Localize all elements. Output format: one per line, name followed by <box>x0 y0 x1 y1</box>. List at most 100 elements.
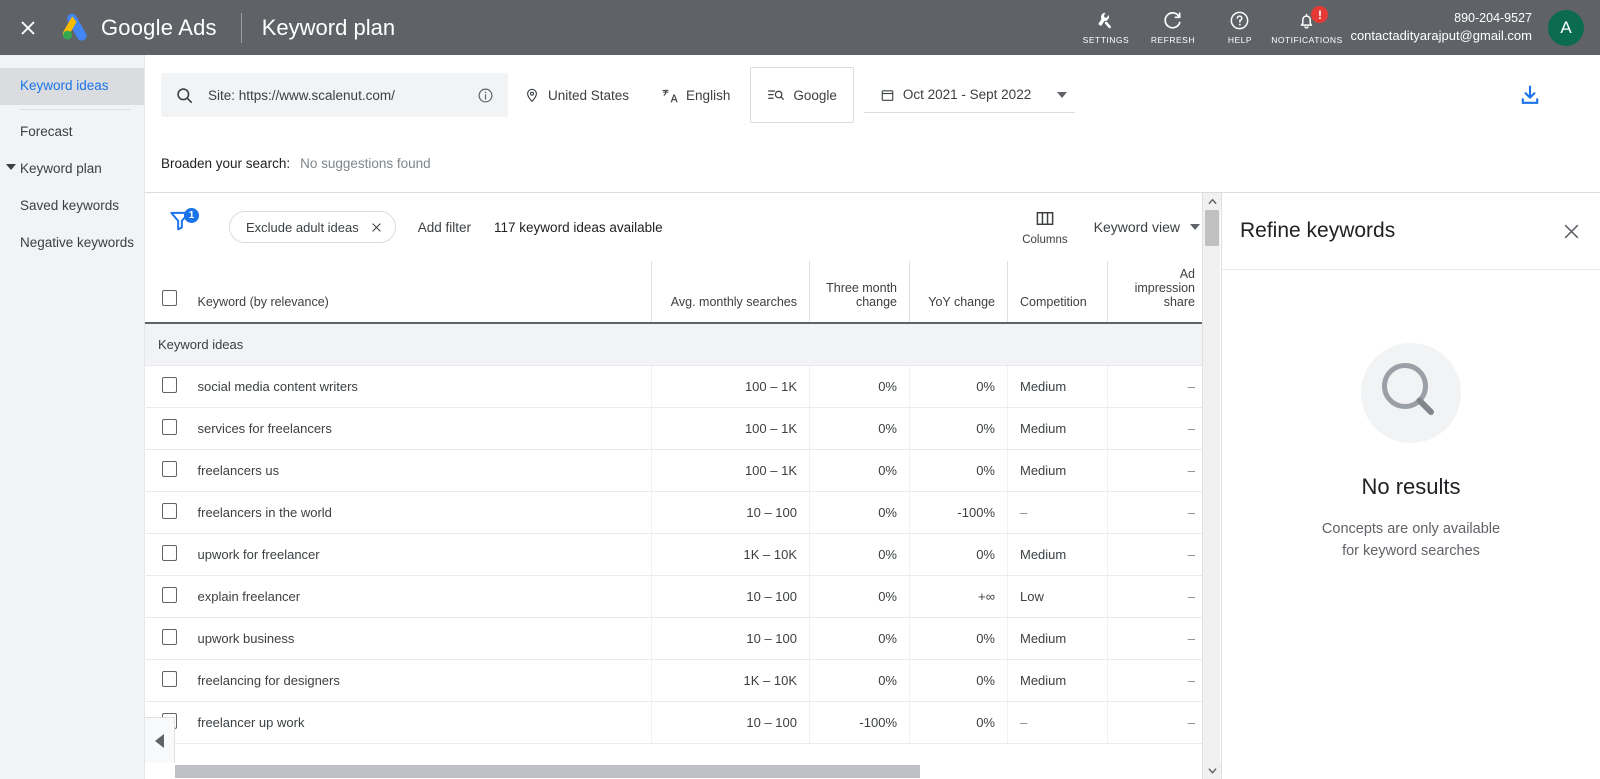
column-header-keyword[interactable]: Keyword (by relevance) <box>194 261 652 323</box>
table-toolbar: 1 Exclude adult ideas Add filter 117 key… <box>145 193 1220 261</box>
keyword-view-label: Keyword view <box>1094 219 1180 235</box>
sidebar-item-keyword-plan[interactable]: Keyword plan <box>0 151 144 188</box>
search-filters: United States English Google <box>508 65 1075 125</box>
language-filter[interactable]: English <box>645 65 746 125</box>
row-checkbox[interactable] <box>162 461 177 477</box>
calendar-icon <box>880 87 895 103</box>
scroll-thumb[interactable] <box>175 765 920 778</box>
sidebar-item-saved-keywords[interactable]: Saved keywords <box>0 188 144 225</box>
filter-button[interactable]: 1 <box>167 207 207 247</box>
row-select-cell <box>146 407 194 449</box>
help-button[interactable]: HELP <box>1206 0 1273 55</box>
no-results-title: No results <box>1361 474 1460 500</box>
add-filter-button[interactable]: Add filter <box>418 220 471 235</box>
sidebar-item-label: Keyword plan <box>20 161 102 176</box>
table-body: Keyword ideas social media content write… <box>146 323 1221 743</box>
cell-yoy: 0% <box>910 407 1008 449</box>
cell-keyword: upwork business <box>194 617 652 659</box>
table-row[interactable]: freelancer up work 10 – 100 -100% 0% – – <box>146 701 1221 743</box>
cell-competition: Medium <box>1008 407 1108 449</box>
download-button[interactable] <box>1518 83 1542 112</box>
cell-three-month: 0% <box>810 491 910 533</box>
row-checkbox[interactable] <box>162 545 177 561</box>
table-horizontal-scrollbar[interactable] <box>175 763 1202 779</box>
row-checkbox[interactable] <box>162 671 177 687</box>
select-all-header <box>146 261 194 323</box>
columns-button[interactable]: Columns <box>1022 208 1067 246</box>
table-row[interactable]: social media content writers 100 – 1K 0%… <box>146 365 1221 407</box>
wrench-icon <box>1095 10 1116 31</box>
cell-avg-monthly: 10 – 100 <box>652 575 810 617</box>
sidebar-divider <box>20 109 130 110</box>
table-row[interactable]: upwork for freelancer 1K – 10K 0% 0% Med… <box>146 533 1221 575</box>
row-checkbox[interactable] <box>162 377 177 393</box>
cell-avg-monthly: 1K – 10K <box>652 533 810 575</box>
date-range-filter[interactable]: Oct 2021 - Sept 2022 <box>864 77 1075 113</box>
search-input-value: Site: https://www.scalenut.com/ <box>208 88 477 103</box>
keyword-table-panel: 1 Exclude adult ideas Add filter 117 key… <box>145 193 1220 779</box>
refresh-label: REFRESH <box>1151 35 1195 45</box>
table-row[interactable]: services for freelancers 100 – 1K 0% 0% … <box>146 407 1221 449</box>
table-row[interactable]: explain freelancer 10 – 100 0% +∞ Low – <box>146 575 1221 617</box>
cell-avg-monthly: 10 – 100 <box>652 701 810 743</box>
table-row[interactable]: freelancing for designers 1K – 10K 0% 0%… <box>146 659 1221 701</box>
settings-label: SETTINGS <box>1083 35 1130 45</box>
no-results-subtitle-line2: for keyword searches <box>1322 541 1500 563</box>
location-filter[interactable]: United States <box>508 65 645 125</box>
info-icon[interactable] <box>477 87 494 104</box>
broaden-search-label: Broaden your search: <box>161 156 290 171</box>
close-button[interactable] <box>0 0 56 55</box>
column-header-ad-impression-share[interactable]: Ad impression share <box>1108 261 1208 323</box>
column-header-competition[interactable]: Competition <box>1008 261 1108 323</box>
table-row[interactable]: freelancers in the world 10 – 100 0% -10… <box>146 491 1221 533</box>
notifications-button[interactable]: ! NOTIFICATIONS <box>1273 0 1340 55</box>
settings-button[interactable]: SETTINGS <box>1072 0 1139 55</box>
scroll-up-button[interactable] <box>1203 193 1221 210</box>
network-filter[interactable]: Google <box>750 67 854 123</box>
language-filter-label: English <box>686 88 730 103</box>
table-row[interactable]: freelancers us 100 – 1K 0% 0% Medium – <box>146 449 1221 491</box>
select-all-checkbox[interactable] <box>162 290 177 306</box>
collapse-panel-button[interactable] <box>145 717 175 763</box>
refresh-button[interactable]: REFRESH <box>1139 0 1206 55</box>
cell-ad-impression: – <box>1108 365 1208 407</box>
keyword-view-dropdown[interactable]: Keyword view <box>1094 219 1206 235</box>
row-checkbox[interactable] <box>162 503 177 519</box>
column-header-yoy-change[interactable]: YoY change <box>910 261 1008 323</box>
filter-chip-label: Exclude adult ideas <box>246 220 359 235</box>
columns-icon <box>1034 208 1056 229</box>
avatar[interactable]: A <box>1548 10 1584 46</box>
row-checkbox[interactable] <box>162 587 177 603</box>
search-icon <box>175 86 194 105</box>
scroll-thumb[interactable] <box>1205 210 1219 246</box>
notification-badge: ! <box>1311 6 1328 23</box>
filter-chip-exclude-adult-ideas[interactable]: Exclude adult ideas <box>229 211 396 243</box>
cell-yoy: 0% <box>910 449 1008 491</box>
sidebar-item-keyword-ideas[interactable]: Keyword ideas <box>0 68 144 105</box>
cell-competition: Low <box>1008 575 1108 617</box>
cell-competition: – <box>1008 701 1108 743</box>
cell-avg-monthly: 100 – 1K <box>652 365 810 407</box>
chevron-down-icon[interactable] <box>1057 92 1067 98</box>
sidebar-item-forecast[interactable]: Forecast <box>0 114 144 151</box>
cell-three-month: 0% <box>810 407 910 449</box>
scroll-down-button[interactable] <box>1203 762 1221 779</box>
cell-three-month: 0% <box>810 575 910 617</box>
table-vertical-scrollbar[interactable] <box>1202 193 1220 779</box>
cell-avg-monthly: 10 – 100 <box>652 617 810 659</box>
remove-filter-button[interactable] <box>370 221 383 234</box>
row-select-cell <box>146 617 194 659</box>
cell-keyword: freelancer up work <box>194 701 652 743</box>
google-ads-logo[interactable]: Google Ads <box>58 13 217 43</box>
column-header-three-month-change[interactable]: Three month change <box>810 261 910 323</box>
search-input[interactable]: Site: https://www.scalenut.com/ <box>161 73 508 117</box>
row-select-cell <box>146 659 194 701</box>
row-checkbox[interactable] <box>162 629 177 645</box>
row-checkbox[interactable] <box>162 419 177 435</box>
column-header-avg-monthly-searches[interactable]: Avg. monthly searches <box>652 261 810 323</box>
sidebar-item-label: Negative keywords <box>20 235 134 250</box>
sidebar-item-negative-keywords[interactable]: Negative keywords <box>0 225 144 262</box>
close-refine-panel-button[interactable] <box>1561 221 1582 242</box>
table-row[interactable]: upwork business 10 – 100 0% 0% Medium – <box>146 617 1221 659</box>
row-select-cell <box>146 575 194 617</box>
